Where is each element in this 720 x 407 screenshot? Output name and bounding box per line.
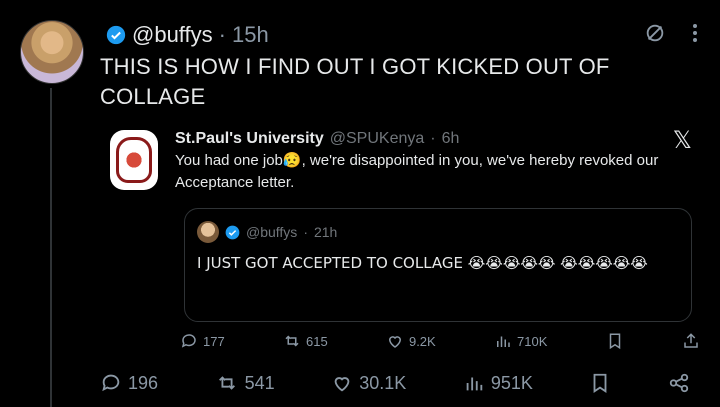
verified-badge-icon <box>106 25 126 45</box>
heart-icon <box>334 377 350 392</box>
tweet-header: @buffys · 15h <box>106 22 269 48</box>
embedded-handle: @SPUKenya <box>329 130 425 147</box>
embedded-share <box>682 332 700 350</box>
embedded-name: St.Paul's University <box>175 130 324 147</box>
embedded-reply: 177 <box>180 332 225 350</box>
views-button[interactable]: 951K <box>463 372 533 394</box>
x-logo-icon: 𝕏 <box>672 126 692 154</box>
action-bar: 196 541 30.1K 951K <box>100 372 690 394</box>
reply-icon <box>102 374 120 392</box>
repost-icon <box>218 376 235 390</box>
tweet-text: THIS IS HOW I FIND OUT I GOT KICKED OUT … <box>100 54 610 109</box>
reply-button[interactable]: 196 <box>100 372 158 394</box>
more-options-icon[interactable] <box>692 23 698 43</box>
quote-handle: @buffys <box>246 224 298 240</box>
repost-count: 541 <box>244 372 275 393</box>
embedded-like-count: 9.2K <box>408 333 436 349</box>
tweet-time[interactable]: 15h <box>232 22 269 48</box>
like-button[interactable]: 30.1K <box>331 372 406 394</box>
reply-icon <box>181 334 196 348</box>
grok-icon[interactable] <box>644 22 666 44</box>
views-icon <box>466 377 483 391</box>
share-icon <box>684 333 698 348</box>
quote-separator: · <box>303 224 308 240</box>
embedded-repost-count: 615 <box>305 333 328 349</box>
embedded-views: 710K <box>494 332 547 350</box>
embedded-bookmark <box>606 332 624 350</box>
quoted-tweet: @buffys · 21h I JUST GOT ACCEPTED TO COL… <box>184 208 692 322</box>
heart-icon <box>388 336 401 348</box>
embedded-time: 6h <box>441 130 460 147</box>
embedded-like: 9.2K <box>386 332 436 350</box>
quote-time: 21h <box>313 224 338 240</box>
repost-button[interactable]: 541 <box>215 372 275 394</box>
bookmark-icon <box>594 373 607 393</box>
reply-count: 196 <box>128 372 159 393</box>
embedded-action-bar: 177 615 9.2K 710K <box>180 332 700 350</box>
embedded-repost: 615 <box>283 332 328 350</box>
like-count: 30.1K <box>359 372 407 393</box>
bookmark-button[interactable] <box>589 372 611 394</box>
spu-logo <box>110 130 158 190</box>
views-icon <box>497 336 510 347</box>
avatar[interactable] <box>20 20 84 84</box>
bookmark-icon <box>609 333 620 350</box>
quote-avatar <box>197 221 219 243</box>
separator-dot: · <box>218 22 226 47</box>
view-count: 951K <box>490 372 533 393</box>
top-icons <box>644 22 698 44</box>
embedded-reply-count: 177 <box>203 333 225 349</box>
verified-badge-icon <box>225 225 240 239</box>
share-button[interactable] <box>668 372 690 394</box>
embedded-text: You had one job😥, we're disappointed in … <box>175 152 659 191</box>
repost-icon <box>285 335 299 347</box>
thread-line <box>50 88 52 407</box>
embedded-separator: · <box>430 130 436 147</box>
share-icon <box>669 373 689 393</box>
embedded-tweet-screenshot[interactable]: St.Paul's University @SPUKenya · 6h 𝕏 Yo… <box>100 118 700 368</box>
quote-text: I JUST GOT ACCEPTED TO COLLAGE 😭😭😭😭😭 😭😭😭… <box>197 254 648 272</box>
embedded-header: St.Paul's University @SPUKenya · 6h <box>175 130 459 148</box>
tweet-handle[interactable]: @buffys <box>132 22 213 48</box>
embedded-view-count: 710K <box>517 333 548 349</box>
